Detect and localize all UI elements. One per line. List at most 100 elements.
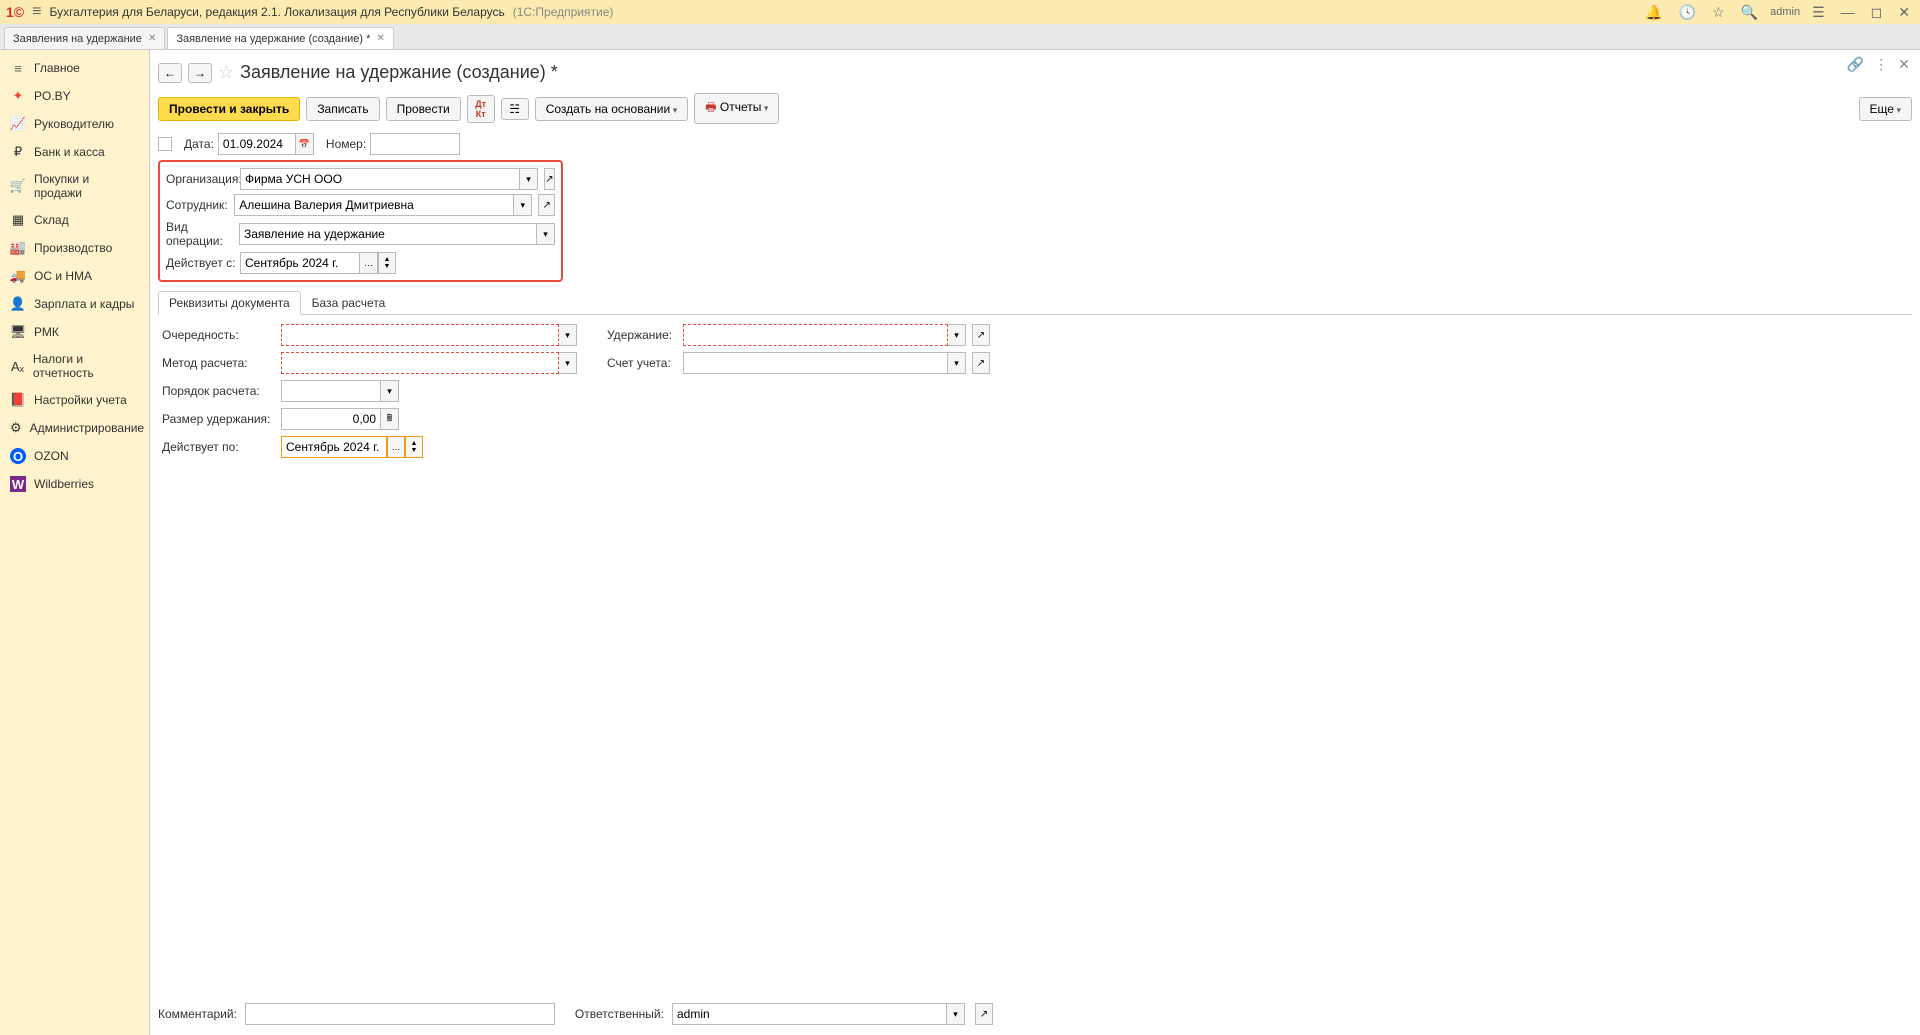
account-input[interactable] <box>683 352 948 374</box>
notifications-icon[interactable]: 🔔 <box>1641 4 1666 21</box>
method-input[interactable] <box>281 352 559 374</box>
dropdown-icon[interactable]: ▾ <box>948 352 966 374</box>
post-close-button[interactable]: Провести и закрыть <box>158 97 300 121</box>
dropdown-icon[interactable]: ▾ <box>948 324 966 346</box>
grid-icon: ▦ <box>10 212 26 228</box>
structure-button[interactable]: ☵ <box>501 98 529 120</box>
spinner-icon[interactable]: ▲▼ <box>405 436 423 458</box>
ellipsis-icon[interactable]: … <box>387 436 405 458</box>
create-based-button[interactable]: Создать на основании <box>535 97 689 121</box>
menu-icon[interactable]: ≡ <box>32 3 41 21</box>
sidebar-item-wb[interactable]: WWildberries <box>0 470 149 498</box>
dropdown-icon[interactable]: ▾ <box>559 324 577 346</box>
forward-button[interactable]: → <box>188 63 212 83</box>
tab-list[interactable]: Заявления на удержание ✕ <box>4 27 165 49</box>
date-number-row: Дата: 📅 Номер: <box>158 130 1912 158</box>
ozon-icon: O <box>10 448 26 464</box>
footer-row: Комментарий: Ответственный: ▾ ↗ <box>158 1003 1912 1025</box>
valid-from-input[interactable] <box>240 252 360 274</box>
sidebar-item-warehouse[interactable]: ▦Склад <box>0 206 149 234</box>
app-title: Бухгалтерия для Беларуси, редакция 2.1. … <box>49 5 504 19</box>
sidebar-item-tax[interactable]: AₓНалоги и отчетность <box>0 346 149 386</box>
link-icon[interactable]: 🔗 <box>1847 56 1864 73</box>
sidebar-item-manager[interactable]: 📈Руководителю <box>0 110 149 138</box>
factory-icon: 🏭 <box>10 240 26 256</box>
sidebar-item-admin[interactable]: ⚙Администрирование <box>0 414 149 442</box>
sidebar-item-hr[interactable]: 👤Зарплата и кадры <box>0 290 149 318</box>
dropdown-icon[interactable]: ▾ <box>514 194 532 216</box>
number-input[interactable] <box>370 133 460 155</box>
open-ref-icon[interactable]: ↗ <box>538 194 555 216</box>
close-content-icon[interactable]: ✕ <box>1898 56 1910 73</box>
number-label: Номер: <box>326 137 366 151</box>
priority-input[interactable] <box>281 324 559 346</box>
status-icon <box>158 137 172 151</box>
ellipsis-icon[interactable]: … <box>360 252 378 274</box>
withholding-input[interactable] <box>683 324 948 346</box>
open-ref-icon[interactable]: ↗ <box>544 168 555 190</box>
star-icon[interactable]: ☆ <box>218 62 234 83</box>
search-icon[interactable]: 🔍 <box>1737 4 1762 21</box>
sidebar-label: Зарплата и кадры <box>34 297 134 311</box>
save-button[interactable]: Записать <box>306 97 379 121</box>
tab-close-icon[interactable]: ✕ <box>376 33 384 44</box>
sidebar-item-poby[interactable]: ✦PO.BY <box>0 82 149 110</box>
org-label: Организация: <box>166 172 236 186</box>
favorites-icon[interactable]: ☆ <box>1708 4 1729 21</box>
maximize-icon[interactable]: ◻ <box>1867 4 1887 21</box>
tabbar: Заявления на удержание ✕ Заявление на уд… <box>0 24 1920 50</box>
history-icon[interactable]: 🕓 <box>1675 4 1700 21</box>
sidebar-item-sales[interactable]: 🛒Покупки и продажи <box>0 166 149 206</box>
tab-content: Очередность: ▾ Метод расчета: ▾ Порядок … <box>158 315 1912 467</box>
back-button[interactable]: ← <box>158 63 182 83</box>
spinner-icon[interactable]: ▲▼ <box>378 252 396 274</box>
open-ref-icon[interactable]: ↗ <box>972 324 990 346</box>
post-button[interactable]: Провести <box>386 97 461 121</box>
more-icon[interactable]: ⋮ <box>1874 56 1888 73</box>
reports-button[interactable]: 🖶 Отчеты <box>694 93 779 124</box>
date-input[interactable] <box>218 133 296 155</box>
minimize-icon[interactable]: — <box>1837 4 1859 20</box>
sidebar-item-bank[interactable]: ₽Банк и касса <box>0 138 149 166</box>
employee-input[interactable] <box>234 194 514 216</box>
employee-label: Сотрудник: <box>166 198 230 212</box>
valid-from-label: Действует с: <box>166 256 236 270</box>
sidebar-item-assets[interactable]: 🚚ОС и НМА <box>0 262 149 290</box>
sidebar-item-main[interactable]: ≡Главное <box>0 54 149 82</box>
tab-form[interactable]: Заявление на удержание (создание) * ✕ <box>167 27 394 49</box>
more-button[interactable]: Еще <box>1859 97 1912 121</box>
dropdown-icon[interactable]: ▾ <box>537 223 555 245</box>
close-icon[interactable]: ✕ <box>1894 4 1914 21</box>
amount-input[interactable] <box>281 408 381 430</box>
dt-kt-button[interactable]: ДтКт <box>467 95 495 123</box>
org-input[interactable] <box>240 168 520 190</box>
responsible-input[interactable] <box>672 1003 947 1025</box>
star-icon: ✦ <box>10 88 26 104</box>
settings-icon[interactable]: ☰ <box>1808 4 1829 21</box>
sidebar-item-production[interactable]: 🏭Производство <box>0 234 149 262</box>
dropdown-icon[interactable]: ▾ <box>520 168 538 190</box>
account-label: Счет учета: <box>607 356 679 370</box>
dropdown-icon[interactable]: ▾ <box>947 1003 965 1025</box>
open-ref-icon[interactable]: ↗ <box>972 352 990 374</box>
sidebar-item-settings[interactable]: 📕Настройки учета <box>0 386 149 414</box>
comment-input[interactable] <box>245 1003 555 1025</box>
op-type-input[interactable] <box>239 223 537 245</box>
open-ref-icon[interactable]: ↗ <box>975 1003 993 1025</box>
tab-base[interactable]: База расчета <box>301 291 397 315</box>
dropdown-icon[interactable]: ▾ <box>381 380 399 402</box>
calculator-icon[interactable]: 🖩 <box>381 408 399 430</box>
amount-label: Размер удержания: <box>162 412 277 426</box>
tax-icon: Aₓ <box>10 358 25 374</box>
user-name[interactable]: admin <box>1770 6 1800 18</box>
dropdown-icon[interactable]: ▾ <box>559 352 577 374</box>
valid-to-input[interactable] <box>281 436 387 458</box>
tab-close-icon[interactable]: ✕ <box>148 33 156 44</box>
tab-details[interactable]: Реквизиты документа <box>158 291 301 315</box>
pos-icon: 🖥 <box>10 324 26 340</box>
sidebar-item-ozon[interactable]: OOZON <box>0 442 149 470</box>
sidebar-item-rmk[interactable]: 🖥РМК <box>0 318 149 346</box>
calendar-icon[interactable]: 📅 <box>296 133 314 155</box>
order-input[interactable] <box>281 380 381 402</box>
chart-icon: 📈 <box>10 116 26 132</box>
